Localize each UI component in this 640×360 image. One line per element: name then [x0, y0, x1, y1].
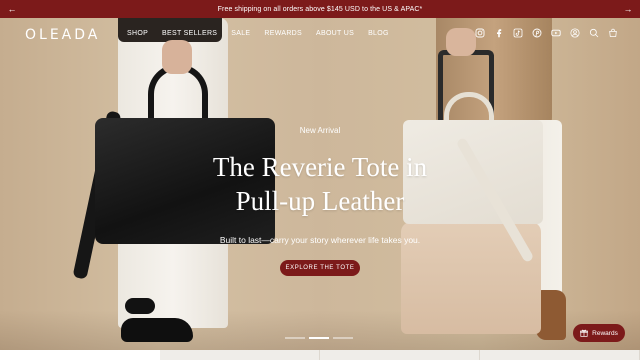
nav-best-sellers[interactable]: BEST SELLERS: [162, 30, 217, 37]
youtube-icon[interactable]: [551, 28, 561, 38]
instagram-icon[interactable]: [475, 28, 485, 38]
announcement-prev-arrow-icon[interactable]: ←: [6, 3, 18, 15]
rewards-button[interactable]: Rewards: [573, 324, 625, 342]
nav-rewards[interactable]: REWARDS: [264, 30, 302, 37]
preview-tile-1: [160, 350, 320, 360]
carousel-dot-3[interactable]: [333, 337, 353, 339]
hero-headline-line2: Pull-up Leather: [235, 186, 405, 216]
carousel-indicators: [285, 337, 353, 339]
carousel-dot-2[interactable]: [309, 337, 329, 339]
announcement-bar: ← Free shipping on all orders above $145…: [0, 0, 640, 18]
hero-headline: The Reverie Tote in Pull-up Leather: [170, 150, 470, 218]
preview-tile-3: [480, 350, 640, 360]
nav-sale[interactable]: SALE: [231, 30, 250, 37]
explore-tote-button[interactable]: EXPLORE THE TOTE: [280, 260, 360, 276]
preview-tile-2: [320, 350, 480, 360]
site-header: OLEADA SHOP BEST SELLERS SALE REWARDS AB…: [0, 18, 640, 52]
tiktok-icon[interactable]: [513, 28, 523, 38]
account-icon[interactable]: [570, 28, 580, 38]
next-section-left: [0, 350, 160, 360]
nav-shop[interactable]: SHOP: [127, 30, 148, 37]
brand-logo[interactable]: OLEADA: [25, 27, 100, 43]
announcement-text: Free shipping on all orders above $145 U…: [217, 5, 423, 13]
facebook-icon[interactable]: [494, 28, 504, 38]
hero-content: New Arrival The Reverie Tote in Pull-up …: [0, 18, 640, 350]
gift-icon: [580, 329, 589, 337]
main-nav: SHOP BEST SELLERS SALE REWARDS ABOUT US …: [127, 30, 389, 37]
nav-about-us[interactable]: ABOUT US: [316, 30, 354, 37]
header-icons: [475, 28, 618, 38]
carousel-dot-1[interactable]: [285, 337, 305, 339]
cart-icon[interactable]: [608, 28, 618, 38]
hero-headline-line1: The Reverie Tote in: [212, 152, 428, 182]
rewards-label: Rewards: [592, 329, 618, 337]
hero-kicker: New Arrival: [299, 126, 341, 135]
hero-subtext: Built to last—carry your story wherever …: [219, 235, 421, 245]
search-icon[interactable]: [589, 28, 599, 38]
announcement-next-arrow-icon[interactable]: →: [622, 3, 634, 15]
pinterest-icon[interactable]: [532, 28, 542, 38]
nav-blog[interactable]: BLOG: [368, 30, 389, 37]
next-section-preview: [160, 350, 640, 360]
